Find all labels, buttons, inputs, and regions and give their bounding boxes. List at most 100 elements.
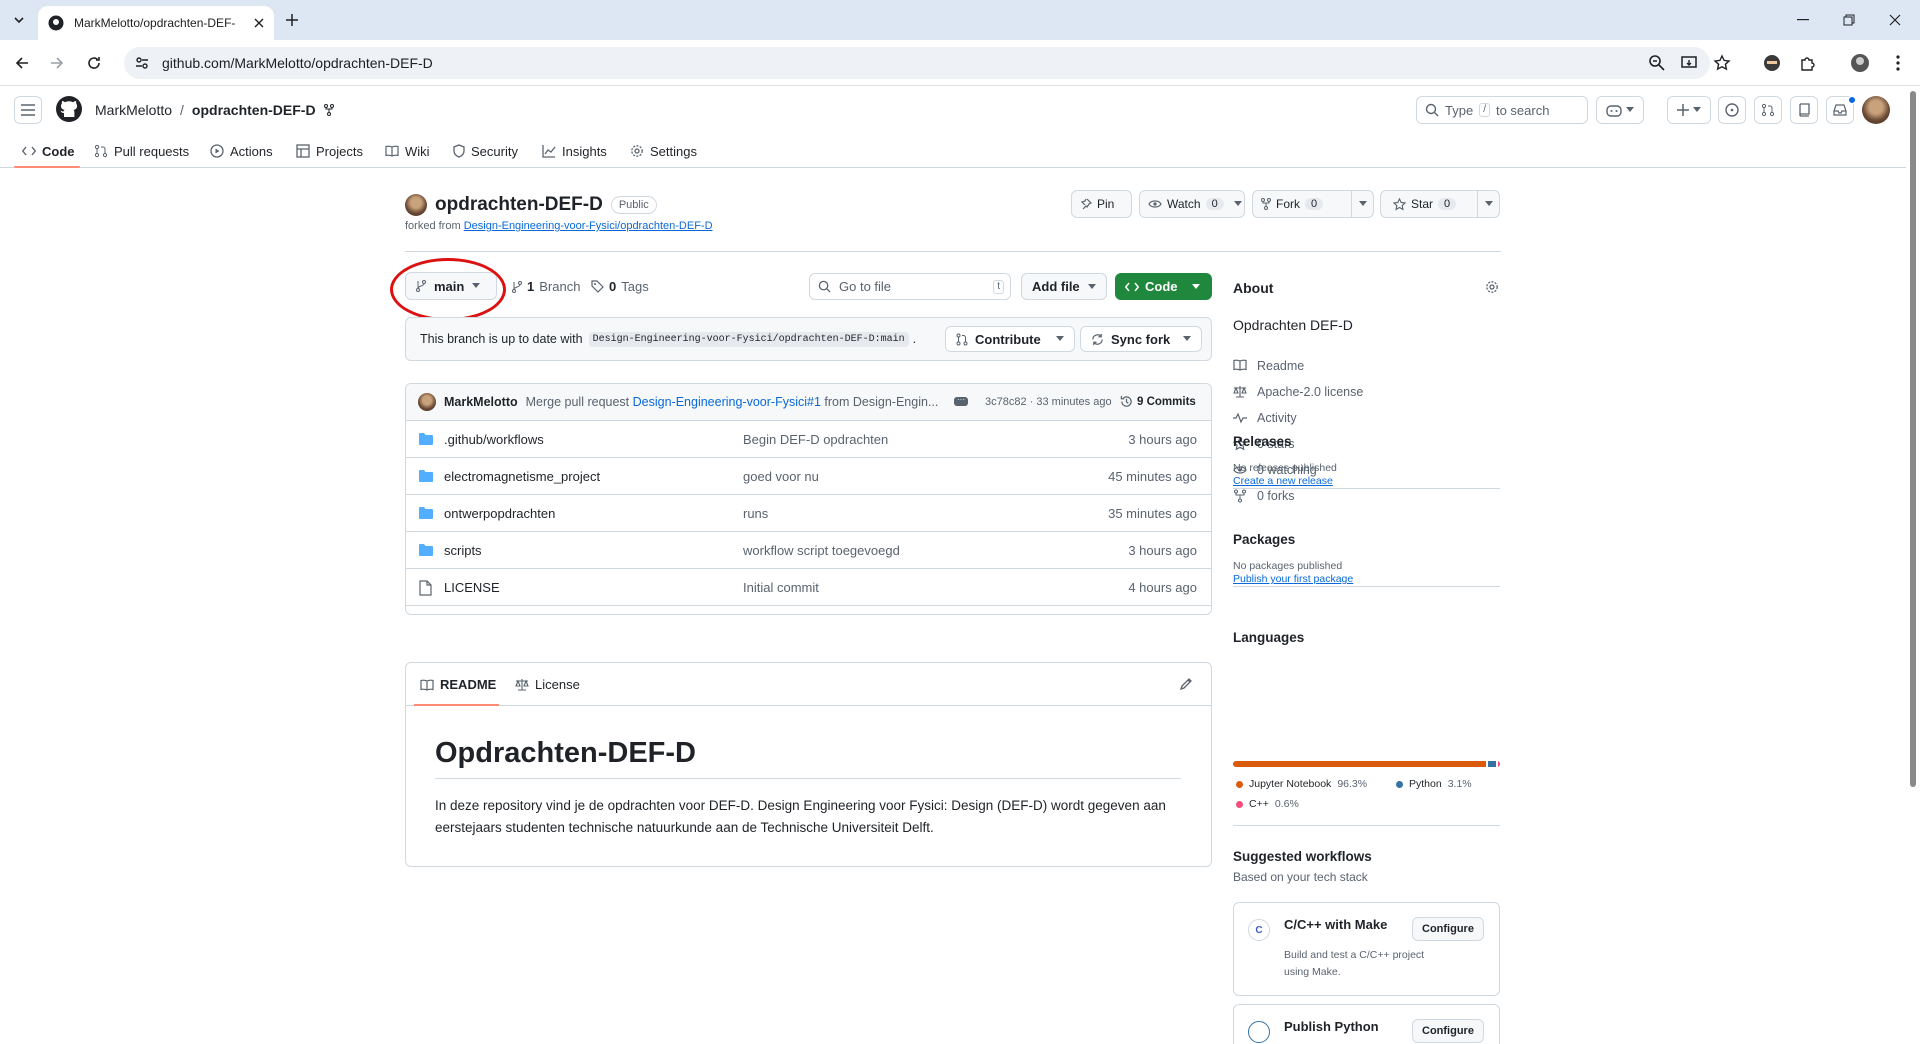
watch-dropdown[interactable] xyxy=(1232,191,1244,217)
back-button[interactable] xyxy=(10,51,34,75)
tab-wiki[interactable]: Wiki xyxy=(385,141,430,161)
expand-commit-message-button[interactable]: ··· xyxy=(954,396,968,406)
commit-pr-link[interactable]: Design-Engineering-voor-Fysici#1 xyxy=(633,395,821,409)
close-tab-icon[interactable] xyxy=(254,18,264,28)
upstream-ref[interactable]: Design-Engineering-voor-Fysici/opdrachte… xyxy=(588,331,909,347)
pin-button[interactable]: Pin xyxy=(1071,190,1132,218)
go-to-file-input[interactable]: Go to file t xyxy=(809,273,1011,300)
tab-insights[interactable]: Insights xyxy=(542,141,607,161)
code-label: Code xyxy=(1145,279,1178,294)
tab-projects[interactable]: Projects xyxy=(296,141,363,161)
repositories-button[interactable] xyxy=(1790,96,1818,124)
search-input[interactable]: Type / to search xyxy=(1416,96,1588,124)
file-commit-message[interactable]: workflow script toegevoegd xyxy=(743,543,900,558)
tags-link[interactable]: 0 Tags xyxy=(591,279,649,294)
packages-title[interactable]: Packages xyxy=(1233,532,1295,547)
browser-menu-button[interactable] xyxy=(1886,51,1910,75)
bookmark-star-icon[interactable] xyxy=(1713,54,1731,72)
tab-readme[interactable]: README xyxy=(420,677,496,692)
zoom-icon[interactable] xyxy=(1648,54,1666,72)
star-dropdown[interactable] xyxy=(1477,191,1499,217)
fork-dropdown[interactable] xyxy=(1351,191,1373,217)
new-tab-button[interactable] xyxy=(282,10,302,30)
repo-name[interactable]: opdrachten-DEF-D xyxy=(435,194,603,216)
menu-button[interactable] xyxy=(14,96,42,124)
file-commit-message[interactable]: Begin DEF-D opdrachten xyxy=(743,432,888,447)
commit-hash-time[interactable]: 3c78c82 · 33 minutes ago xyxy=(985,396,1112,408)
about-item[interactable]: Activity xyxy=(1233,411,1297,425)
file-name-link[interactable]: LICENSE xyxy=(444,580,500,595)
code-button[interactable]: Code xyxy=(1115,273,1212,300)
tab-title: MarkMelotto/opdrachten-DEF- xyxy=(74,16,236,30)
language-percent: 0.6% xyxy=(1274,798,1299,810)
owner-link[interactable]: MarkMelotto xyxy=(95,102,172,118)
language-bar-segment[interactable] xyxy=(1498,761,1500,767)
commit-author[interactable]: MarkMelotto xyxy=(444,395,518,409)
file-commit-message[interactable]: runs xyxy=(743,506,768,521)
repo-link[interactable]: opdrachten-DEF-D xyxy=(192,102,316,118)
language-item[interactable]: Python 3.1% xyxy=(1396,778,1472,790)
add-file-button[interactable]: Add file xyxy=(1021,273,1107,300)
file-name-link[interactable]: electromagnetisme_project xyxy=(444,469,600,484)
profile-button[interactable] xyxy=(1848,51,1872,75)
file-name-link[interactable]: .github/workflows xyxy=(444,432,544,447)
about-item[interactable]: Apache-2.0 license xyxy=(1233,385,1363,399)
branches-link[interactable]: 1 Branch xyxy=(512,279,580,294)
pull-requests-button[interactable] xyxy=(1754,96,1782,124)
forked-source-link[interactable]: Design-Engineering-voor-Fysici/opdrachte… xyxy=(464,220,713,232)
language-item[interactable]: Jupyter Notebook 96.3% xyxy=(1236,778,1367,790)
releases-title[interactable]: Releases xyxy=(1233,434,1292,449)
contribute-button[interactable]: Contribute xyxy=(945,326,1075,352)
extensions-button[interactable] xyxy=(1796,51,1820,75)
commit-message-post: from Design-Engin... xyxy=(824,395,939,409)
tab-code[interactable]: Code xyxy=(22,141,75,161)
restore-button[interactable] xyxy=(1826,0,1872,40)
language-item[interactable]: C++ 0.6% xyxy=(1236,798,1299,810)
install-app-icon[interactable] xyxy=(1680,54,1698,72)
commit-author-avatar[interactable] xyxy=(418,393,436,411)
close-window-button[interactable] xyxy=(1872,0,1918,40)
extension-button[interactable] xyxy=(1760,51,1784,75)
tab-actions[interactable]: Actions xyxy=(210,141,273,161)
fork-button[interactable]: Fork 0 xyxy=(1252,190,1374,218)
minimize-button[interactable] xyxy=(1780,0,1826,40)
tab-pull-requests[interactable]: Pull requests xyxy=(94,141,189,161)
language-bar-segment[interactable] xyxy=(1488,761,1497,767)
sync-fork-button[interactable]: Sync fork xyxy=(1080,326,1203,352)
commits-history-link[interactable]: 9 Commits xyxy=(1120,395,1196,408)
owner-avatar[interactable] xyxy=(405,194,427,216)
search-placeholder-pre: Type xyxy=(1445,102,1474,118)
edit-readme-button[interactable] xyxy=(1179,677,1193,691)
about-item[interactable]: Readme xyxy=(1233,359,1304,373)
create-new-button[interactable] xyxy=(1667,96,1711,124)
file-name-link[interactable]: ontwerpopdrachten xyxy=(444,506,555,521)
file-name-link[interactable]: scripts xyxy=(444,543,482,558)
address-bar[interactable]: github.com/MarkMelotto/opdrachten-DEF-D xyxy=(124,47,1710,79)
star-button[interactable]: Star 0 xyxy=(1380,190,1500,218)
language-bar-segment[interactable] xyxy=(1233,761,1487,767)
browser-tab[interactable]: MarkMelotto/opdrachten-DEF- xyxy=(38,6,274,40)
site-info-icon[interactable] xyxy=(134,55,150,71)
user-avatar[interactable] xyxy=(1862,96,1890,124)
tab-settings[interactable]: Settings xyxy=(630,141,697,161)
edit-about-button[interactable] xyxy=(1485,280,1499,294)
publish-package-link[interactable]: Publish your first package xyxy=(1233,573,1353,585)
tab-search-button[interactable] xyxy=(6,8,32,32)
configure-button[interactable]: Configure xyxy=(1412,1019,1484,1043)
github-logo-icon[interactable] xyxy=(55,95,83,123)
copilot-button[interactable] xyxy=(1596,96,1644,124)
file-commit-message[interactable]: Initial commit xyxy=(743,580,819,595)
watch-button[interactable]: Watch 0 xyxy=(1139,190,1245,218)
scrollbar-thumb[interactable] xyxy=(1910,91,1916,787)
reload-button[interactable] xyxy=(82,51,106,75)
tab-license[interactable]: License xyxy=(515,677,580,692)
create-release-link[interactable]: Create a new release xyxy=(1233,475,1333,487)
configure-button[interactable]: Configure xyxy=(1412,917,1484,941)
about-item[interactable]: 0 forks xyxy=(1233,489,1295,503)
issues-button[interactable] xyxy=(1718,96,1746,124)
file-commit-message[interactable]: goed voor nu xyxy=(743,469,819,484)
page-scrollbar[interactable] xyxy=(1906,87,1920,1032)
tab-security[interactable]: Security xyxy=(453,141,518,161)
forward-button[interactable] xyxy=(45,51,69,75)
tab-label: Security xyxy=(471,143,518,159)
